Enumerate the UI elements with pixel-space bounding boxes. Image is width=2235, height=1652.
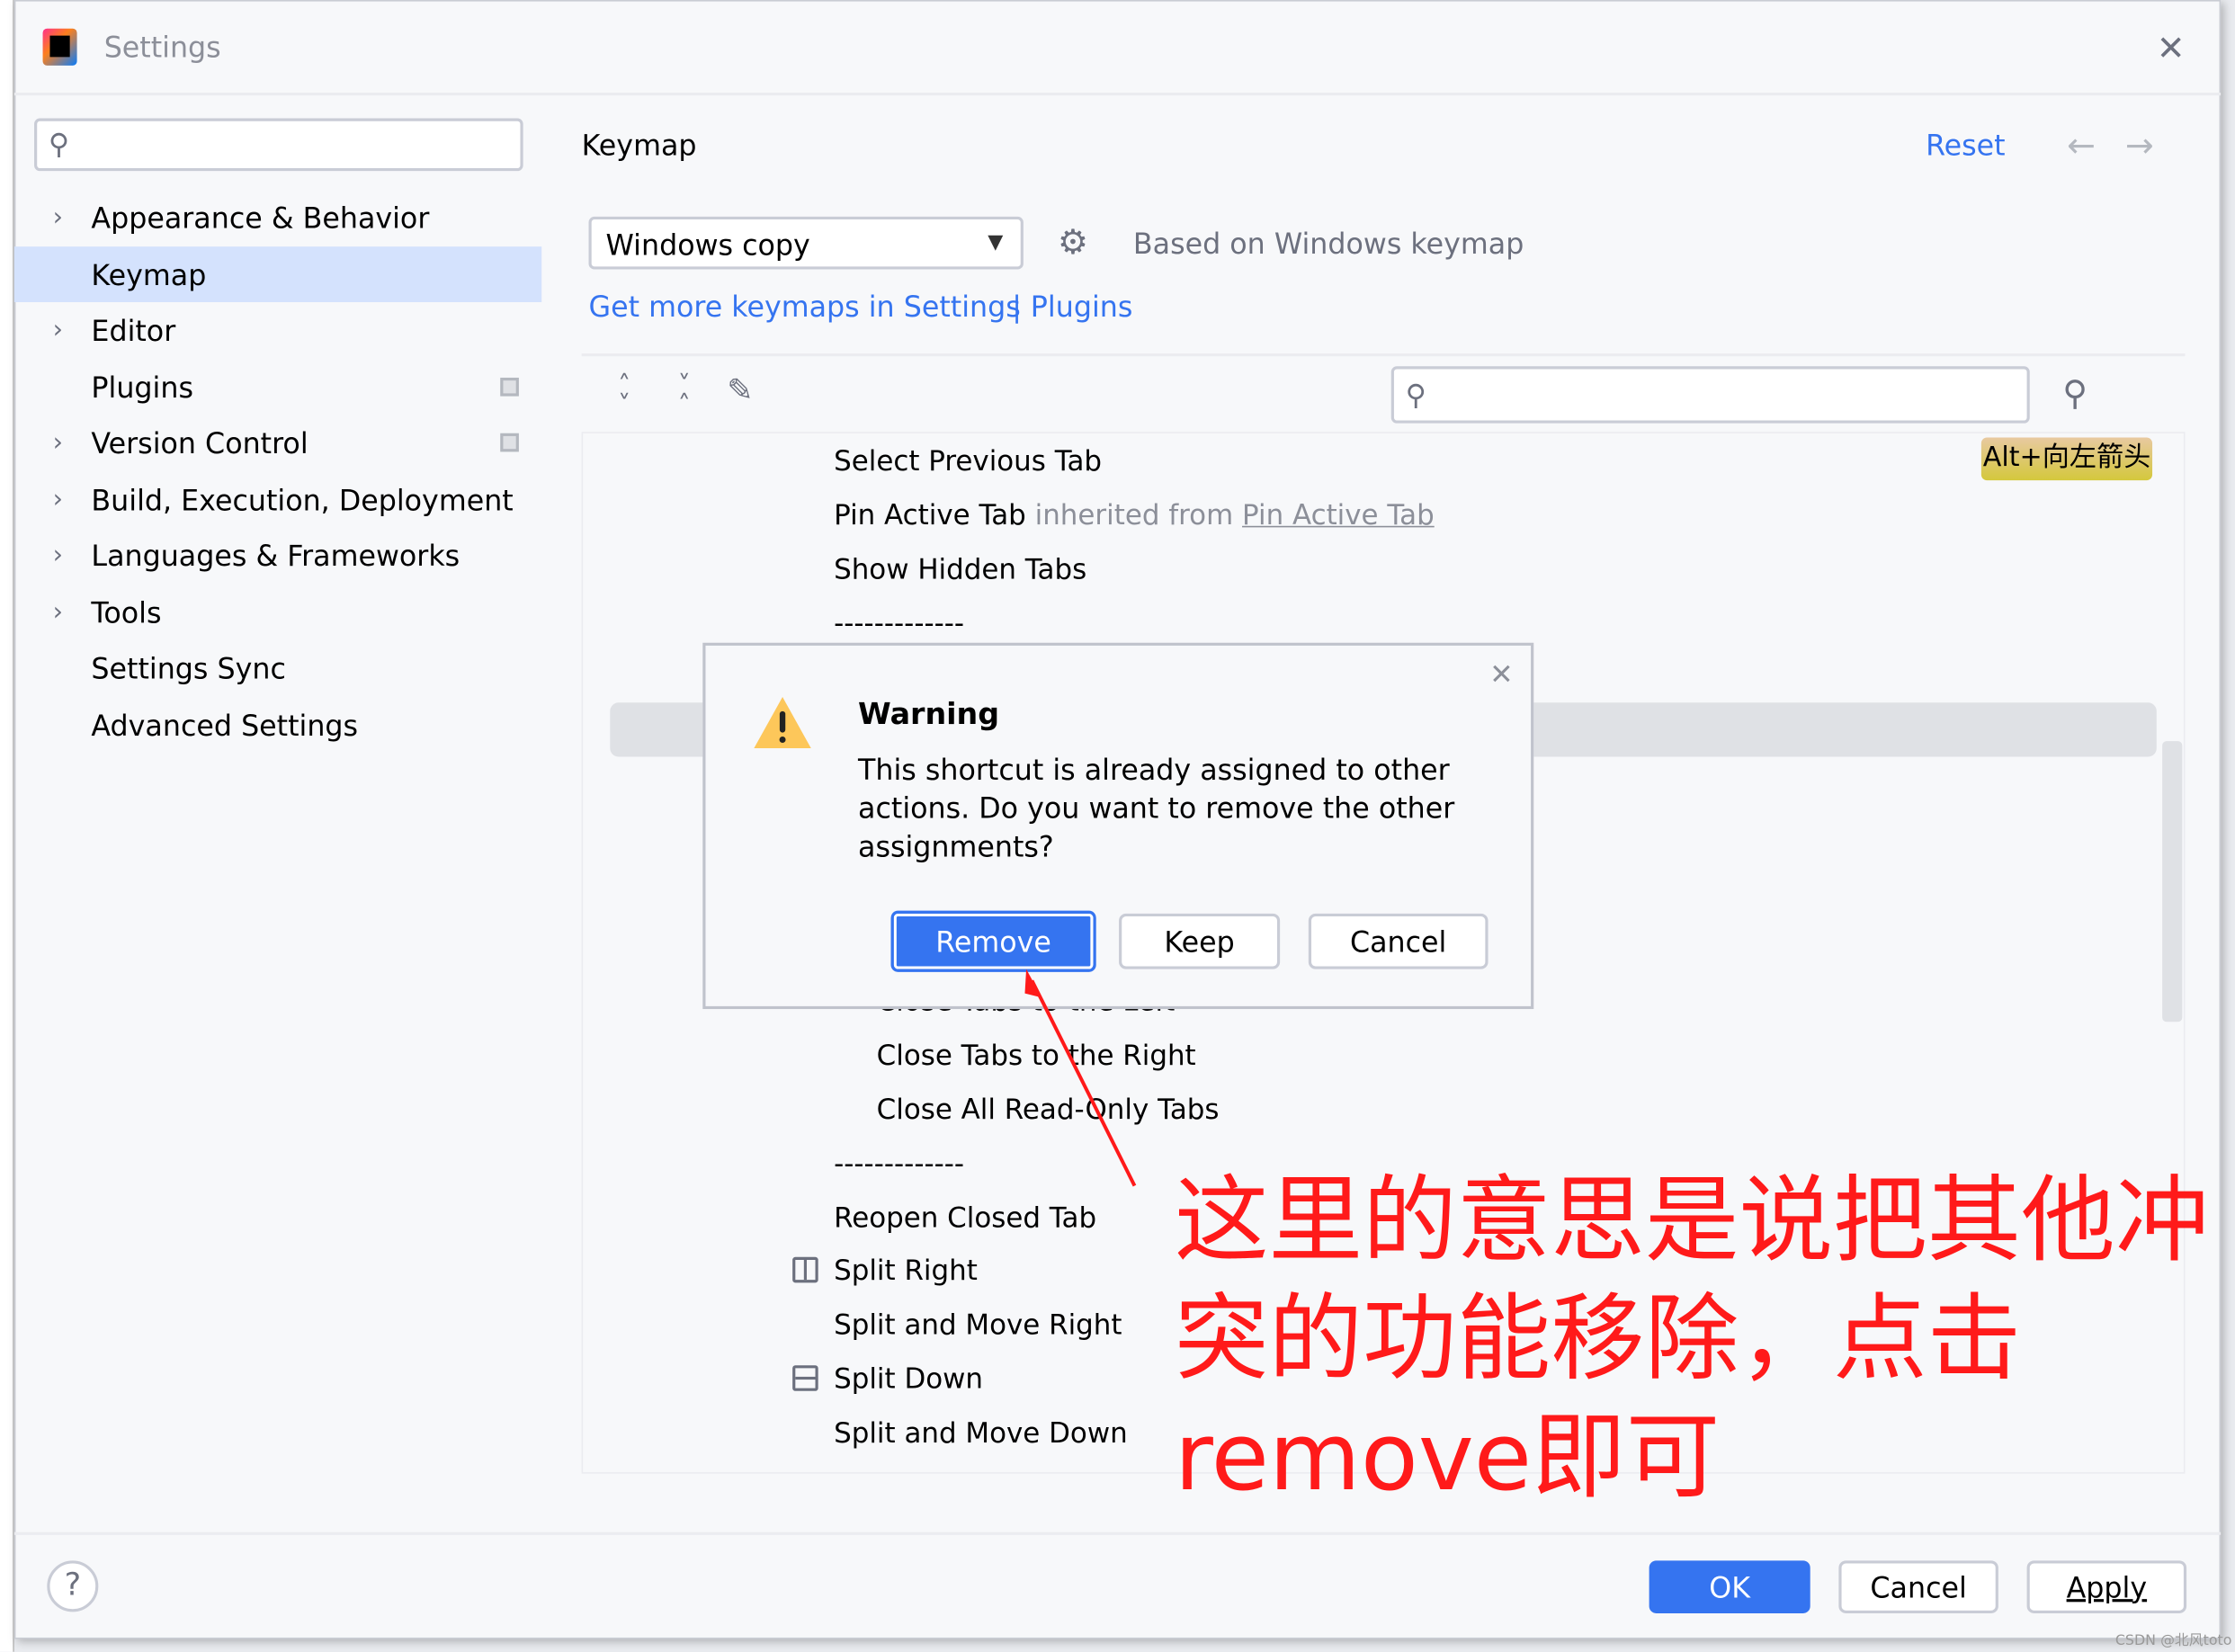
watermark: CSDN @北风toto xyxy=(2114,1633,2232,1649)
annotation-line: 这里的意思是说把其他冲 xyxy=(1174,1165,2210,1276)
apply-button[interactable]: Apply xyxy=(2026,1560,2187,1613)
annotation-line: 突的功能移除，点击 xyxy=(1174,1283,2022,1394)
annotation-line: remove即可 xyxy=(1174,1402,1721,1513)
footer-divider xyxy=(13,1531,2222,1535)
help-button[interactable]: ? xyxy=(47,1560,99,1612)
ok-button[interactable]: OK xyxy=(1649,1560,1810,1613)
cancel-button[interactable]: Cancel xyxy=(1838,1560,1998,1613)
annotation-text: 这里的意思是说把其他冲 突的功能移除，点击 remove即可 xyxy=(1175,1162,2210,1517)
